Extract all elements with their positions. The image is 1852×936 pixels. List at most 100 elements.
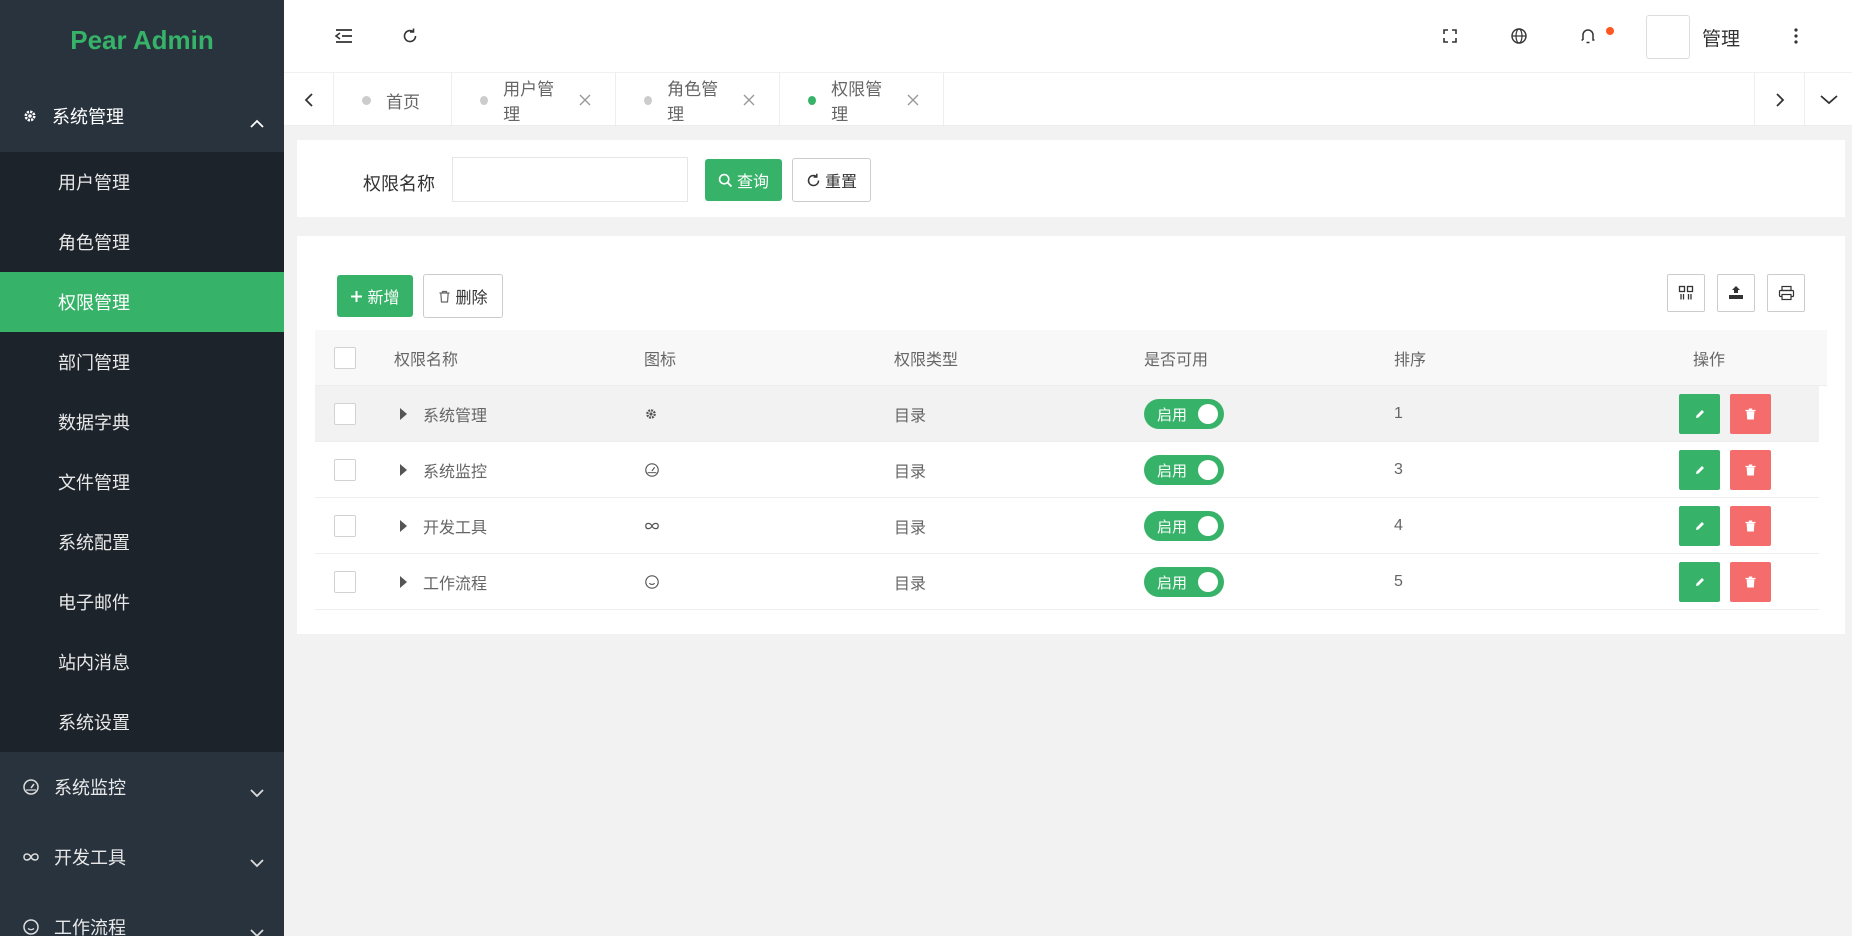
sidebar-item-dictionary[interactable]: 数据字典 [0,392,284,452]
expand-caret-icon[interactable] [400,520,407,532]
sidebar-group-monitor[interactable]: 系统监控 [0,752,284,822]
chevron-up-icon [250,112,264,128]
columns-filter-button[interactable] [1667,274,1705,312]
sidebar-item-label: 系统设置 [58,713,130,733]
bell-icon[interactable] [1574,22,1602,50]
table-header: 权限名称 图标 权限类型 是否可用 排序 操作 [315,330,1827,386]
sidebar-item-permissions[interactable]: 权限管理 [0,272,284,332]
query-button[interactable]: 查询 [705,159,782,201]
sidebar-group-devtools[interactable]: 开发工具 [0,822,284,892]
sidebar-item-config[interactable]: 系统配置 [0,512,284,572]
menu-collapse-icon[interactable] [330,22,358,50]
add-button[interactable]: 新增 [337,275,413,317]
close-icon[interactable] [906,93,919,107]
sidebar-group-label: 系统监控 [54,778,126,798]
refresh-icon[interactable] [396,22,424,50]
header: 管理 [284,0,1852,72]
row-name: 系统监控 [423,464,488,481]
tab-menu-button[interactable] [1804,73,1852,127]
reset-button-label: 重置 [824,174,857,191]
edit-button[interactable] [1679,394,1720,434]
table-row[interactable]: 系统管理 目录 启用 1 [315,386,1819,442]
expand-caret-icon[interactable] [400,464,407,476]
tab-label: 用户管理 [503,80,555,124]
chevron-left-icon [304,93,313,107]
select-all-checkbox[interactable] [334,347,356,369]
table-row[interactable]: 系统监控 目录 启用 3 [315,442,1819,498]
expand-caret-icon[interactable] [400,408,407,420]
toggle-label: 启用 [1157,406,1188,424]
edit-button[interactable] [1679,562,1720,602]
query-button-label: 查询 [736,174,769,191]
columns-icon [1678,285,1694,300]
enabled-toggle[interactable]: 启用 [1144,455,1224,485]
edit-button[interactable] [1679,450,1720,490]
export-button[interactable] [1717,274,1755,312]
sidebar-item-files[interactable]: 文件管理 [0,452,284,512]
sidebar-item-settings[interactable]: 系统设置 [0,692,284,752]
edit-button[interactable] [1679,506,1720,546]
search-label: 权限名称 [363,174,435,194]
delete-button-label: 删除 [455,290,488,307]
tab-scroll-right-button[interactable] [1754,73,1804,127]
expand-caret-icon[interactable] [400,576,407,588]
smile-icon [22,918,40,936]
column-header-actions: 操作 [1692,352,1725,369]
infinity-icon [22,848,40,866]
print-button[interactable] [1767,274,1805,312]
column-header-sort[interactable]: 排序 [1394,330,1426,386]
permission-name-input[interactable] [452,157,688,202]
remove-button[interactable] [1730,394,1771,434]
tab-home[interactable]: 首页 [334,73,452,127]
row-sort: 4 [1394,517,1403,534]
sidebar-item-roles[interactable]: 角色管理 [0,212,284,272]
row-checkbox[interactable] [334,571,356,593]
column-header-type[interactable]: 权限类型 [894,330,958,386]
tab-users[interactable]: 用户管理 [452,73,616,127]
tab-roles[interactable]: 角色管理 [616,73,780,127]
print-icon [1778,285,1794,301]
tab-permissions[interactable]: 权限管理 [780,73,944,127]
tab-scroll-left-button[interactable] [284,73,334,127]
globe-icon[interactable] [1505,22,1533,50]
pencil-icon [1695,410,1704,418]
enabled-toggle[interactable]: 启用 [1144,399,1224,429]
fullscreen-icon[interactable] [1436,22,1464,50]
dashboard-icon [644,442,660,498]
sidebar-item-departments[interactable]: 部门管理 [0,332,284,392]
sidebar-item-email[interactable]: 电子邮件 [0,572,284,632]
table-row[interactable]: 开发工具 目录 启用 4 [315,498,1819,554]
tab-label: 角色管理 [667,80,719,124]
remove-button[interactable] [1730,562,1771,602]
toggle-label: 启用 [1157,574,1188,592]
sidebar-group-workflow[interactable]: 工作流程 [0,892,284,936]
column-header-icon[interactable]: 图标 [644,330,676,386]
close-icon[interactable] [578,93,591,107]
enabled-toggle[interactable]: 启用 [1144,511,1224,541]
close-icon[interactable] [742,93,755,107]
delete-button[interactable]: 删除 [423,274,503,318]
remove-button[interactable] [1730,506,1771,546]
sidebar-item-messages[interactable]: 站内消息 [0,632,284,692]
logo-text: Pear Admin [70,24,214,55]
dashboard-icon [22,778,40,796]
sidebar-group-system-management[interactable]: 系统管理 [0,80,284,152]
smile-icon [644,554,660,610]
tab-dot [362,95,371,105]
reset-button[interactable]: 重置 [792,158,871,202]
logo[interactable]: Pear Admin [0,0,284,80]
trash-icon [1745,464,1756,476]
sidebar-item-users[interactable]: 用户管理 [0,152,284,212]
enabled-toggle[interactable]: 启用 [1144,567,1224,597]
avatar[interactable] [1646,15,1690,59]
remove-button[interactable] [1730,450,1771,490]
table-row[interactable]: 工作流程 目录 启用 5 [315,554,1819,610]
sidebar-item-label: 文件管理 [58,473,130,493]
row-checkbox[interactable] [334,515,356,537]
column-header-enabled[interactable]: 是否可用 [1144,330,1208,386]
row-checkbox[interactable] [334,403,356,425]
row-checkbox[interactable] [334,459,356,481]
username[interactable]: 管理 [1702,24,1740,51]
column-header-name[interactable]: 权限名称 [394,330,458,386]
more-vertical-icon[interactable] [1782,22,1810,50]
